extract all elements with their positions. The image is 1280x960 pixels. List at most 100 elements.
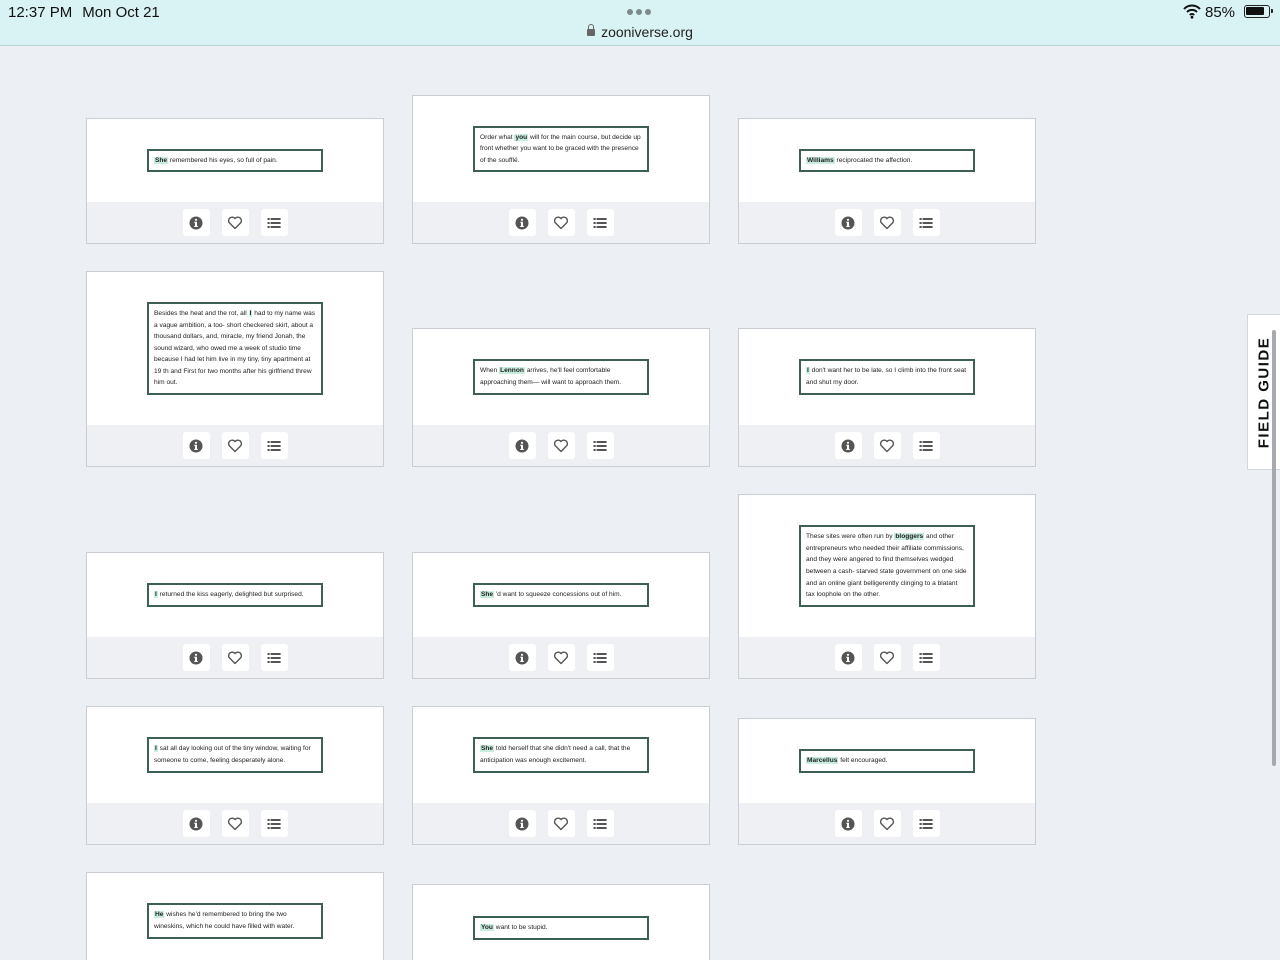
favorite-button[interactable]: [547, 209, 575, 236]
subject-card[interactable]: Williams reciprocated the affection.: [738, 118, 1036, 244]
info-icon: [189, 651, 203, 664]
favorite-button[interactable]: [547, 644, 575, 671]
add-to-collection-button[interactable]: [260, 810, 288, 837]
add-to-collection-button[interactable]: [260, 644, 288, 671]
highlighted-word: She: [480, 745, 495, 753]
sentence-text: sat all day looking out of the tiny wind…: [154, 745, 311, 764]
favorite-button[interactable]: [221, 209, 249, 236]
subject-card[interactable]: I don't want her to be late, so I climb …: [738, 328, 1036, 467]
info-button[interactable]: [508, 644, 536, 671]
heart-icon: [879, 817, 895, 830]
info-icon: [189, 817, 203, 830]
sentence-box: Besides the heat and the rot, all I had …: [147, 301, 323, 396]
sentence-box: I sat all day looking out of the tiny wi…: [147, 737, 323, 773]
sentence-text: felt encouraged.: [838, 757, 888, 765]
subject-card[interactable]: Marcellus felt encouraged.: [738, 718, 1036, 845]
field-guide-label: FIELD GUIDE: [1255, 336, 1273, 448]
add-to-collection-button[interactable]: [912, 644, 940, 671]
subject-card[interactable]: When Lennon arrives, he'll feel comforta…: [412, 328, 710, 467]
favorite-button[interactable]: [873, 432, 901, 459]
info-button[interactable]: [182, 810, 210, 837]
subject-card[interactable]: She 'd want to squeeze concessions out o…: [412, 552, 710, 679]
sentence-box: Order what you will for the main course,…: [473, 125, 649, 173]
add-to-collection-button[interactable]: [912, 209, 940, 236]
favorite-button[interactable]: [873, 644, 901, 671]
list-icon: [919, 818, 933, 829]
sentence-text: 'd want to squeeze concessions out of hi…: [494, 591, 622, 599]
sentence-text: These sites were often run by: [806, 533, 895, 541]
info-icon: [841, 651, 855, 664]
address-bar[interactable]: zooniverse.org: [0, 24, 1280, 40]
tab-more-icon[interactable]: [627, 9, 651, 15]
list-icon: [593, 440, 607, 451]
info-button[interactable]: [834, 209, 862, 236]
subject-card[interactable]: Besides the heat and the rot, all I had …: [86, 271, 384, 467]
sentence-text: reciprocated the affection.: [834, 156, 913, 164]
info-button[interactable]: [834, 810, 862, 837]
add-to-collection-button[interactable]: [912, 810, 940, 837]
add-to-collection-button[interactable]: [586, 432, 614, 459]
favorite-button[interactable]: [547, 432, 575, 459]
heart-icon: [879, 439, 895, 452]
info-icon: [841, 817, 855, 830]
sentence-text: don't want her to be late, so I climb in…: [806, 367, 967, 386]
info-icon: [189, 216, 203, 229]
subject-card[interactable]: I returned the kiss eagerly, delighted b…: [86, 552, 384, 679]
list-icon: [919, 217, 933, 228]
subject-card[interactable]: You want to be stupid.: [412, 884, 710, 960]
highlighted-word: Marcellus: [806, 757, 839, 765]
favorite-button[interactable]: [221, 810, 249, 837]
highlighted-word: bloggers: [894, 533, 925, 541]
subject-card[interactable]: She remembered his eyes, so full of pain…: [86, 118, 384, 244]
sentence-box: He wishes he'd remembered to bring the t…: [147, 903, 323, 939]
info-button[interactable]: [182, 209, 210, 236]
favorite-button[interactable]: [873, 810, 901, 837]
info-button[interactable]: [508, 432, 536, 459]
highlighted-word: Lennon: [499, 367, 525, 375]
highlighted-word: She: [480, 591, 495, 599]
subject-card[interactable]: Order what you will for the main course,…: [412, 95, 710, 244]
favorite-button[interactable]: [873, 209, 901, 236]
highlighted-word: you: [514, 133, 529, 141]
add-to-collection-button[interactable]: [586, 644, 614, 671]
info-button[interactable]: [182, 644, 210, 671]
sentence-text: When: [480, 367, 500, 375]
subject-card[interactable]: I sat all day looking out of the tiny wi…: [86, 706, 384, 845]
heart-icon: [879, 651, 895, 664]
info-icon: [189, 439, 203, 452]
info-button[interactable]: [834, 644, 862, 671]
add-to-collection-button[interactable]: [586, 209, 614, 236]
sentence-box: She remembered his eyes, so full of pain…: [147, 148, 323, 173]
highlighted-word: She: [154, 156, 169, 164]
highlighted-word: Williams: [806, 156, 835, 164]
list-icon: [919, 652, 933, 663]
list-icon: [267, 652, 281, 663]
list-icon: [593, 818, 607, 829]
add-to-collection-button[interactable]: [912, 432, 940, 459]
list-icon: [593, 217, 607, 228]
sentence-text: want to be stupid.: [493, 924, 548, 932]
page-scrollbar[interactable]: [1272, 330, 1276, 766]
add-to-collection-button[interactable]: [260, 432, 288, 459]
add-to-collection-button[interactable]: [586, 810, 614, 837]
info-icon: [515, 216, 529, 229]
favorite-button[interactable]: [547, 810, 575, 837]
info-button[interactable]: [508, 810, 536, 837]
heart-icon: [227, 439, 243, 452]
subject-card[interactable]: He wishes he'd remembered to bring the t…: [86, 872, 384, 960]
sentence-box: Williams reciprocated the affection.: [799, 148, 975, 173]
info-button[interactable]: [182, 432, 210, 459]
info-button[interactable]: [508, 209, 536, 236]
add-to-collection-button[interactable]: [260, 209, 288, 236]
favorite-button[interactable]: [221, 644, 249, 671]
subject-card[interactable]: She told herself that she didn't need a …: [412, 706, 710, 845]
info-button[interactable]: [834, 432, 862, 459]
sentence-box: You want to be stupid.: [473, 916, 649, 940]
sentence-box: She 'd want to squeeze concessions out o…: [473, 583, 649, 607]
favorite-button[interactable]: [221, 432, 249, 459]
wifi-icon: [1183, 4, 1201, 19]
list-icon: [267, 818, 281, 829]
sentence-text: remembered his eyes, so full of pain.: [168, 156, 278, 164]
subject-card[interactable]: These sites were often run by bloggers a…: [738, 494, 1036, 679]
status-clock: 12:37 PM: [8, 4, 73, 21]
